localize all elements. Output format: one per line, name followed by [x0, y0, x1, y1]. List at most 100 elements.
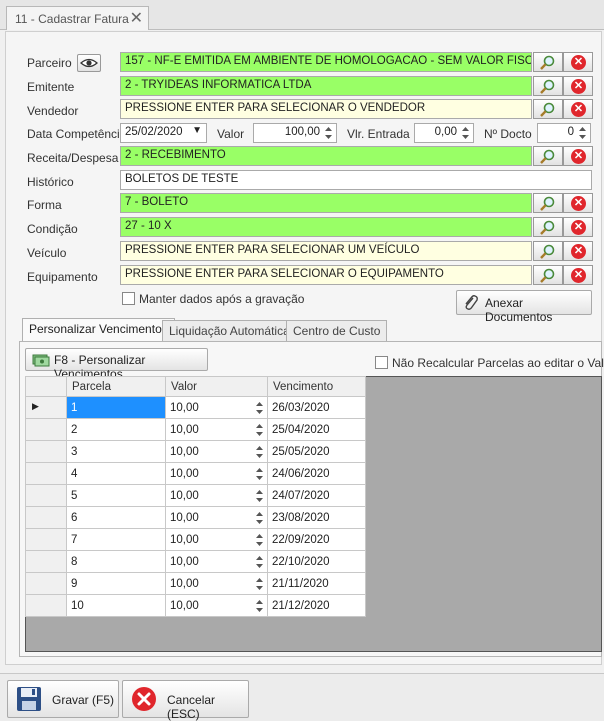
cell-parcela[interactable]: 9 [66, 572, 166, 595]
forma-clear-button[interactable]: ✕ [563, 193, 593, 213]
table-row[interactable]: ▶ 1 10,00 26/03/2020 [25, 396, 366, 419]
cell-vencimento[interactable]: 21/11/2020 [267, 572, 366, 595]
spin-updown-icon[interactable] [577, 125, 588, 141]
cell-parcela[interactable]: 8 [66, 550, 166, 573]
row-indicator[interactable] [25, 440, 67, 463]
receita-despesa-field[interactable]: 2 - RECEBIMENTO [120, 146, 532, 166]
document-tab[interactable]: 11 - Cadastrar Fatura ✕ [6, 6, 149, 30]
table-row[interactable]: 6 10,00 23/08/2020 [25, 506, 366, 529]
vendedor-search-button[interactable] [533, 99, 563, 119]
row-indicator[interactable] [25, 572, 67, 595]
cell-parcela[interactable]: 7 [66, 528, 166, 551]
row-indicator[interactable]: ▶ [25, 396, 67, 419]
cell-parcela[interactable]: 5 [66, 484, 166, 507]
condicao-field[interactable]: 27 - 10 X [120, 217, 532, 237]
cell-valor[interactable]: 10,00 [165, 484, 268, 507]
cell-valor[interactable]: 10,00 [165, 396, 268, 419]
condicao-search-button[interactable] [533, 217, 563, 237]
table-row[interactable]: 10 10,00 21/12/2020 [25, 594, 366, 617]
spin-updown-icon[interactable] [254, 532, 265, 548]
emitente-field[interactable]: 2 - TRYIDEAS INFORMATICA LTDA [120, 76, 532, 96]
cell-valor[interactable]: 10,00 [165, 462, 268, 485]
view-parceiro-button[interactable] [77, 54, 101, 72]
emitente-search-button[interactable] [533, 76, 563, 96]
table-row[interactable]: 2 10,00 25/04/2020 [25, 418, 366, 441]
spin-updown-icon[interactable] [254, 422, 265, 438]
cancelar-button[interactable]: Cancelar (ESC) [122, 680, 249, 721]
cell-valor[interactable]: 10,00 [165, 440, 268, 463]
table-row[interactable]: 5 10,00 24/07/2020 [25, 484, 366, 507]
row-indicator[interactable] [25, 462, 67, 485]
cell-valor[interactable]: 10,00 [165, 594, 268, 617]
spin-updown-icon[interactable] [254, 598, 265, 614]
cell-vencimento[interactable]: 25/04/2020 [267, 418, 366, 441]
table-row[interactable]: 3 10,00 25/05/2020 [25, 440, 366, 463]
cell-parcela[interactable]: 2 [66, 418, 166, 441]
row-indicator[interactable] [25, 550, 67, 573]
condicao-clear-button[interactable]: ✕ [563, 217, 593, 237]
emitente-clear-button[interactable]: ✕ [563, 76, 593, 96]
forma-search-button[interactable] [533, 193, 563, 213]
cell-vencimento[interactable]: 21/12/2020 [267, 594, 366, 617]
tab-personalizar-vencimentos[interactable]: Personalizar Vencimentos [22, 318, 175, 342]
table-row[interactable]: 9 10,00 21/11/2020 [25, 572, 366, 595]
valor-field[interactable]: 100,00 [253, 123, 337, 143]
spin-updown-icon[interactable] [254, 510, 265, 526]
data-competencia-field[interactable]: 25/02/2020 ▼ [120, 123, 207, 143]
veiculo-clear-button[interactable]: ✕ [563, 241, 593, 261]
equipamento-search-button[interactable] [533, 265, 563, 285]
spin-updown-icon[interactable] [254, 466, 265, 482]
manter-dados-checkbox[interactable] [122, 292, 135, 305]
parceiro-clear-button[interactable]: ✕ [563, 52, 593, 72]
row-indicator[interactable] [25, 528, 67, 551]
n-docto-field[interactable]: 0 [537, 123, 591, 143]
equipamento-clear-button[interactable]: ✕ [563, 265, 593, 285]
table-row[interactable]: 4 10,00 24/06/2020 [25, 462, 366, 485]
table-row[interactable]: 7 10,00 22/09/2020 [25, 528, 366, 551]
cell-valor[interactable]: 10,00 [165, 572, 268, 595]
spin-updown-icon[interactable] [323, 125, 334, 141]
cell-parcela[interactable]: 3 [66, 440, 166, 463]
vendedor-clear-button[interactable]: ✕ [563, 99, 593, 119]
cell-parcela[interactable]: 1 [66, 396, 166, 419]
parceiro-search-button[interactable] [533, 52, 563, 72]
receita-despesa-clear-button[interactable]: ✕ [563, 146, 593, 166]
anexar-documentos-button[interactable]: Anexar Documentos [456, 290, 592, 324]
row-indicator[interactable] [25, 506, 67, 529]
cell-valor[interactable]: 10,00 [165, 528, 268, 551]
column-header-valor[interactable]: Valor [165, 376, 268, 397]
cell-parcela[interactable]: 4 [66, 462, 166, 485]
vlr-entrada-field[interactable]: 0,00 [414, 123, 474, 143]
historico-field[interactable]: BOLETOS DE TESTE [120, 170, 592, 190]
veiculo-search-button[interactable] [533, 241, 563, 261]
column-header-parcela[interactable]: Parcela [66, 376, 166, 397]
cell-parcela[interactable]: 10 [66, 594, 166, 617]
receita-despesa-search-button[interactable] [533, 146, 563, 166]
table-row[interactable]: 8 10,00 22/10/2020 [25, 550, 366, 573]
row-indicator[interactable] [25, 418, 67, 441]
spin-updown-icon[interactable] [254, 444, 265, 460]
cell-valor[interactable]: 10,00 [165, 550, 268, 573]
tab-centro-de-custo[interactable]: Centro de Custo [286, 320, 388, 341]
cell-vencimento[interactable]: 24/06/2020 [267, 462, 366, 485]
cell-valor[interactable]: 10,00 [165, 418, 268, 441]
equipamento-field[interactable]: PRESSIONE ENTER PARA SELECIONAR O EQUIPA… [120, 265, 532, 285]
cell-vencimento[interactable]: 26/03/2020 [267, 396, 366, 419]
spin-updown-icon[interactable] [254, 488, 265, 504]
spin-updown-icon[interactable] [254, 576, 265, 592]
cell-vencimento[interactable]: 22/09/2020 [267, 528, 366, 551]
close-tab-icon[interactable]: ✕ [130, 8, 143, 28]
spin-updown-icon[interactable] [254, 554, 265, 570]
row-indicator[interactable] [25, 594, 67, 617]
parceiro-field[interactable]: 157 - NF-E EMITIDA EM AMBIENTE DE HOMOLO… [120, 52, 532, 72]
personalizar-vencimentos-button[interactable]: F8 - Personalizar Vencimentos [25, 348, 208, 381]
tab-liquidacao-automatica[interactable]: Liquidação Automática [162, 320, 297, 341]
spin-updown-icon[interactable] [460, 125, 471, 141]
cell-vencimento[interactable]: 25/05/2020 [267, 440, 366, 463]
forma-field[interactable]: 7 - BOLETO [120, 193, 532, 213]
spin-updown-icon[interactable] [254, 400, 265, 416]
vendedor-field[interactable]: PRESSIONE ENTER PARA SELECIONAR O VENDED… [120, 99, 532, 119]
row-indicator[interactable] [25, 484, 67, 507]
column-header-vencimento[interactable]: Vencimento [267, 376, 366, 397]
cell-vencimento[interactable]: 23/08/2020 [267, 506, 366, 529]
